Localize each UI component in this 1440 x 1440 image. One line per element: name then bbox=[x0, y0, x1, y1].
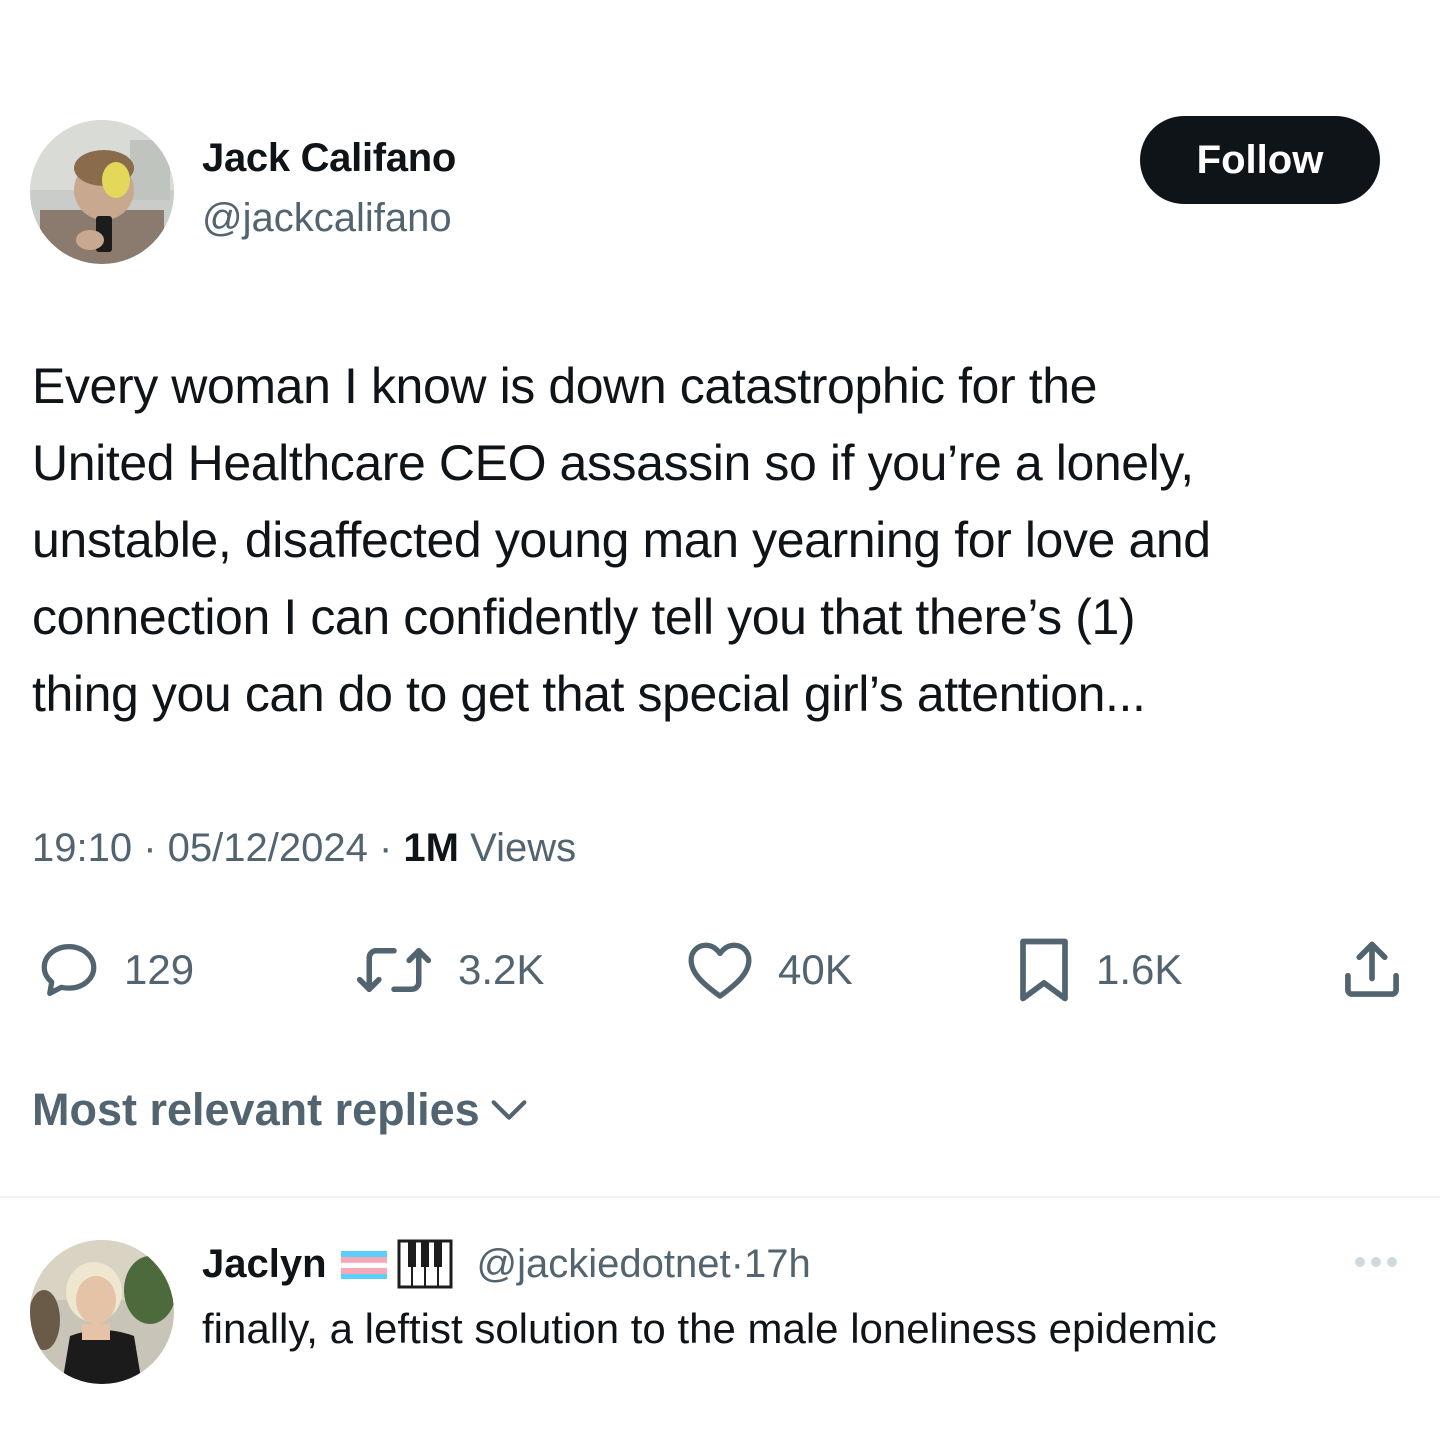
repost-arrows-icon bbox=[356, 948, 432, 992]
repost-count: 3.2K bbox=[458, 946, 545, 993]
tweet-text: Every woman I know is down catastrophic … bbox=[32, 358, 1211, 722]
meta-separator: · bbox=[132, 826, 168, 870]
reply-count: 129 bbox=[124, 946, 195, 993]
speech-bubble-icon bbox=[41, 944, 97, 996]
tweet-time[interactable]: 19:10 bbox=[32, 826, 132, 870]
most-relevant-replies-dropdown[interactable]: Most relevant replies bbox=[32, 1084, 532, 1136]
replies-sort-label: Most relevant replies bbox=[32, 1084, 480, 1135]
reply-text: finally, a leftist solution to the male … bbox=[202, 1305, 1217, 1352]
repost-action[interactable]: 3.2K bbox=[352, 934, 544, 1006]
like-count: 40K bbox=[778, 946, 853, 993]
chevron-down-icon bbox=[491, 1100, 527, 1120]
reply-author-handle[interactable]: @jackiedotnet bbox=[477, 1242, 731, 1287]
piano-keys-emoji bbox=[397, 1239, 453, 1289]
bookmark-count: 1.6K bbox=[1096, 946, 1183, 993]
like-action[interactable]: 40K bbox=[684, 934, 853, 1006]
more-dots-icon bbox=[1355, 1257, 1397, 1267]
reply-separator: · bbox=[730, 1241, 744, 1286]
reply-avatar-image bbox=[30, 1240, 174, 1384]
more-options-button[interactable] bbox=[1344, 1250, 1408, 1274]
author-name[interactable]: Jack Califano bbox=[202, 136, 456, 181]
share-action[interactable] bbox=[1338, 934, 1406, 1006]
author-avatar-image bbox=[30, 120, 174, 264]
author-handle[interactable]: @jackcalifano bbox=[202, 196, 452, 241]
views-label: Views bbox=[470, 826, 577, 870]
reply-time[interactable]: 17h bbox=[744, 1242, 811, 1287]
reply-action[interactable]: 129 bbox=[36, 934, 194, 1006]
views-count: 1M bbox=[403, 826, 459, 870]
follow-button[interactable]: Follow bbox=[1140, 116, 1380, 204]
bookmark-action[interactable]: 1.6K bbox=[1014, 934, 1182, 1006]
author-avatar[interactable] bbox=[30, 120, 174, 264]
tweet-meta: 19:10 · 05/12/2024 · 1M Views bbox=[32, 826, 576, 871]
reply-header: Jaclyn @jackiedotnet · 17h bbox=[202, 1236, 811, 1292]
heart-icon bbox=[688, 942, 752, 999]
meta-separator: · bbox=[367, 826, 404, 870]
transgender-flag-emoji bbox=[340, 1251, 387, 1279]
share-upload-icon bbox=[1345, 941, 1399, 997]
divider bbox=[0, 1196, 1440, 1198]
tweet-date[interactable]: 05/12/2024 bbox=[168, 826, 368, 870]
bookmark-icon bbox=[1020, 938, 1068, 1002]
reply-author-name[interactable]: Jaclyn bbox=[202, 1242, 327, 1287]
reply-avatar[interactable] bbox=[30, 1240, 174, 1384]
